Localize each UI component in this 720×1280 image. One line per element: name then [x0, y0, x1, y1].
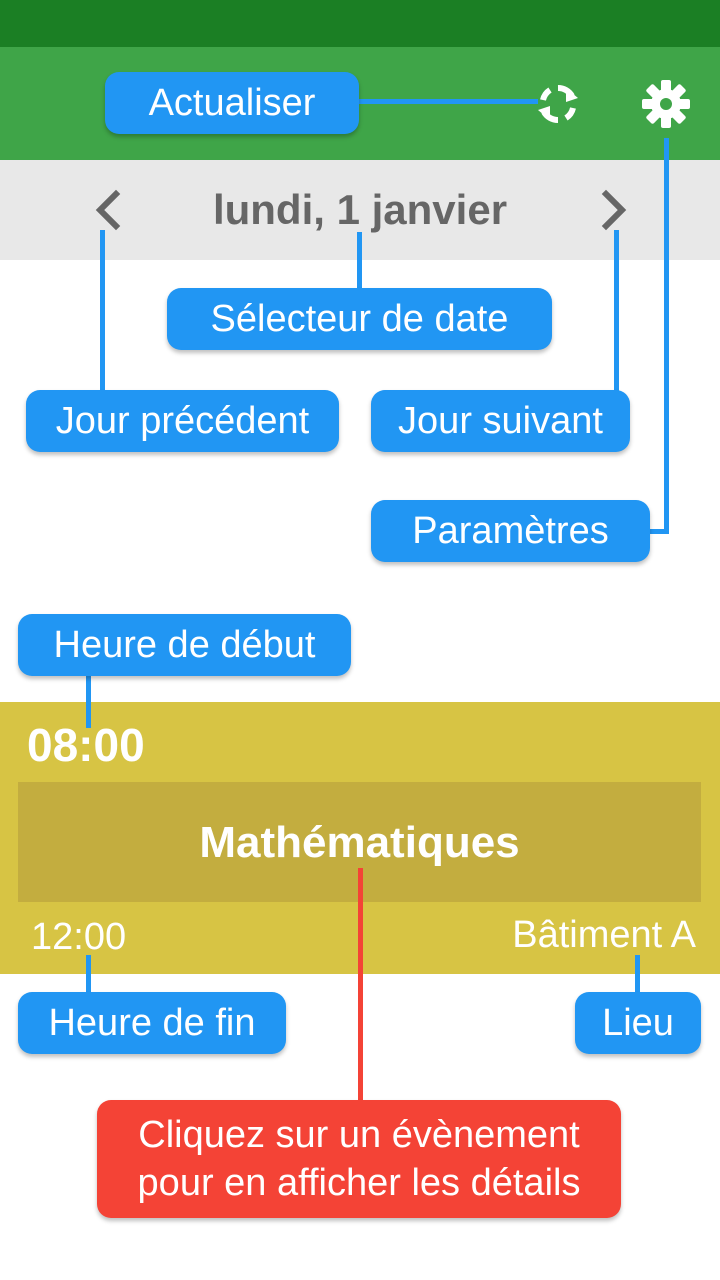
- end-time-callout: Heure de fin: [18, 992, 286, 1054]
- location-callout: Lieu: [575, 992, 701, 1054]
- next-day-connector: [614, 230, 619, 392]
- gear-icon[interactable]: [638, 76, 694, 132]
- settings-connector-vertical: [664, 138, 669, 534]
- details-callout-line1: Cliquez sur un évènement: [138, 1114, 580, 1156]
- date-picker-callout: Sélecteur de date: [167, 288, 552, 350]
- refresh-callout: Actualiser: [105, 72, 359, 134]
- settings-connector-horizontal: [648, 529, 669, 534]
- event-location: Bâtiment A: [512, 914, 696, 956]
- refresh-icon[interactable]: [530, 76, 586, 132]
- end-time-connector: [86, 955, 91, 995]
- event-title[interactable]: Mathématiques: [18, 818, 701, 868]
- details-connector: [358, 868, 363, 1104]
- start-time-connector: [86, 672, 91, 728]
- settings-callout: Paramètres: [371, 500, 650, 562]
- details-callout-line2: pour en afficher les détails: [137, 1162, 581, 1204]
- location-connector: [635, 955, 640, 995]
- next-day-callout: Jour suivant: [371, 390, 630, 452]
- date-picker-connector: [357, 232, 362, 290]
- chevron-right-icon[interactable]: [594, 188, 634, 232]
- previous-day-callout: Jour précédent: [26, 390, 339, 452]
- previous-day-connector: [100, 230, 105, 392]
- details-callout: Cliquez sur un évènement pour en affiche…: [97, 1100, 621, 1218]
- event-end-time: 12:00: [31, 916, 127, 958]
- start-time-callout: Heure de début: [18, 614, 351, 676]
- refresh-connector: [358, 99, 538, 104]
- status-bar: [0, 0, 720, 47]
